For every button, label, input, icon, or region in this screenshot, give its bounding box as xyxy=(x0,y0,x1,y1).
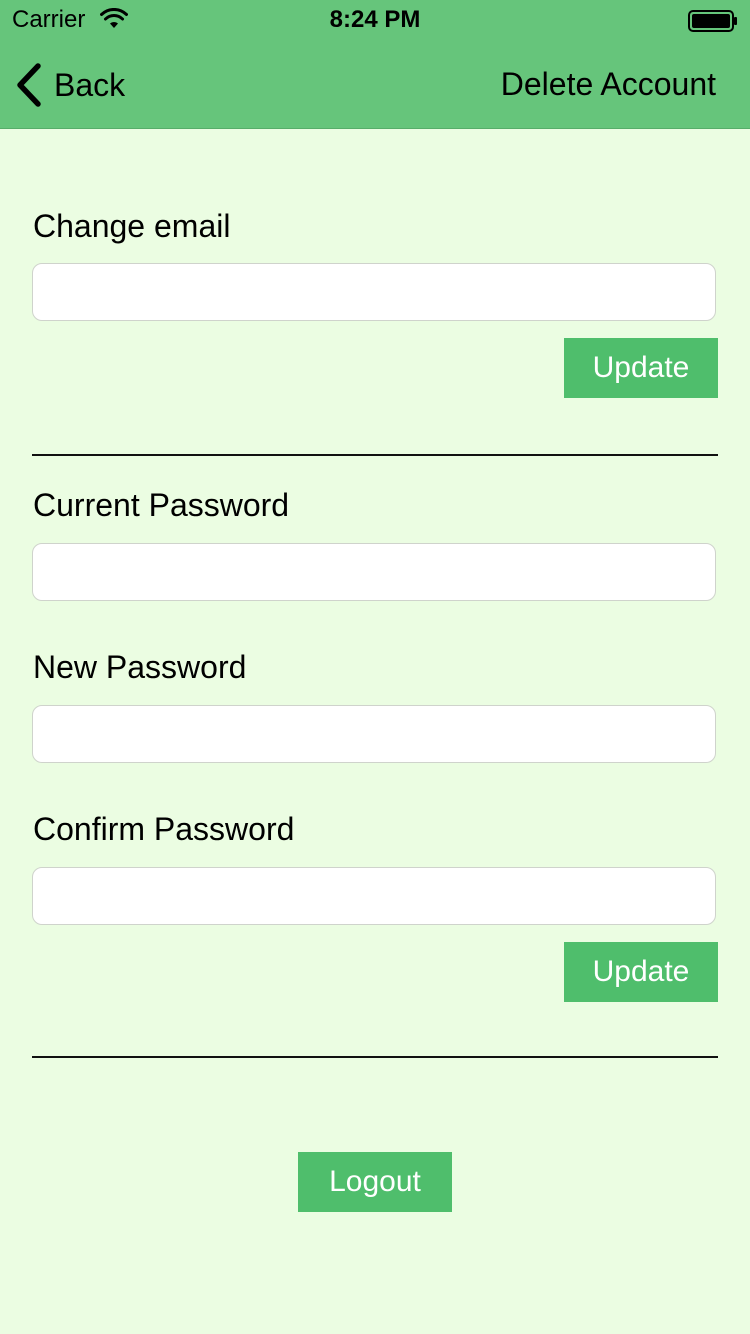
new-password-field[interactable] xyxy=(32,705,716,763)
status-time: 8:24 PM xyxy=(329,6,421,33)
confirm-password-field[interactable] xyxy=(32,867,716,925)
status-bar: Carrier 8:24 PM xyxy=(0,0,750,40)
back-button[interactable]: Back xyxy=(14,60,125,110)
update-password-button[interactable]: Update xyxy=(564,942,718,1002)
new-password-label: New Password xyxy=(33,649,247,685)
update-email-button[interactable]: Update xyxy=(564,338,718,398)
chevron-left-icon xyxy=(17,63,41,107)
current-password-field[interactable] xyxy=(32,543,716,601)
section-divider xyxy=(32,1056,718,1058)
change-email-label: Change email xyxy=(33,208,231,244)
navigation-bar: Carrier 8:24 PM Back Delete Account xyxy=(0,0,750,129)
logout-button[interactable]: Logout xyxy=(298,1152,452,1212)
back-label: Back xyxy=(54,67,126,103)
confirm-password-label: Confirm Password xyxy=(33,811,295,847)
section-divider xyxy=(32,454,718,456)
current-password-label: Current Password xyxy=(33,487,290,523)
email-field[interactable] xyxy=(32,263,716,321)
delete-account-button[interactable]: Delete Account xyxy=(501,63,716,105)
battery-icon xyxy=(688,10,737,32)
